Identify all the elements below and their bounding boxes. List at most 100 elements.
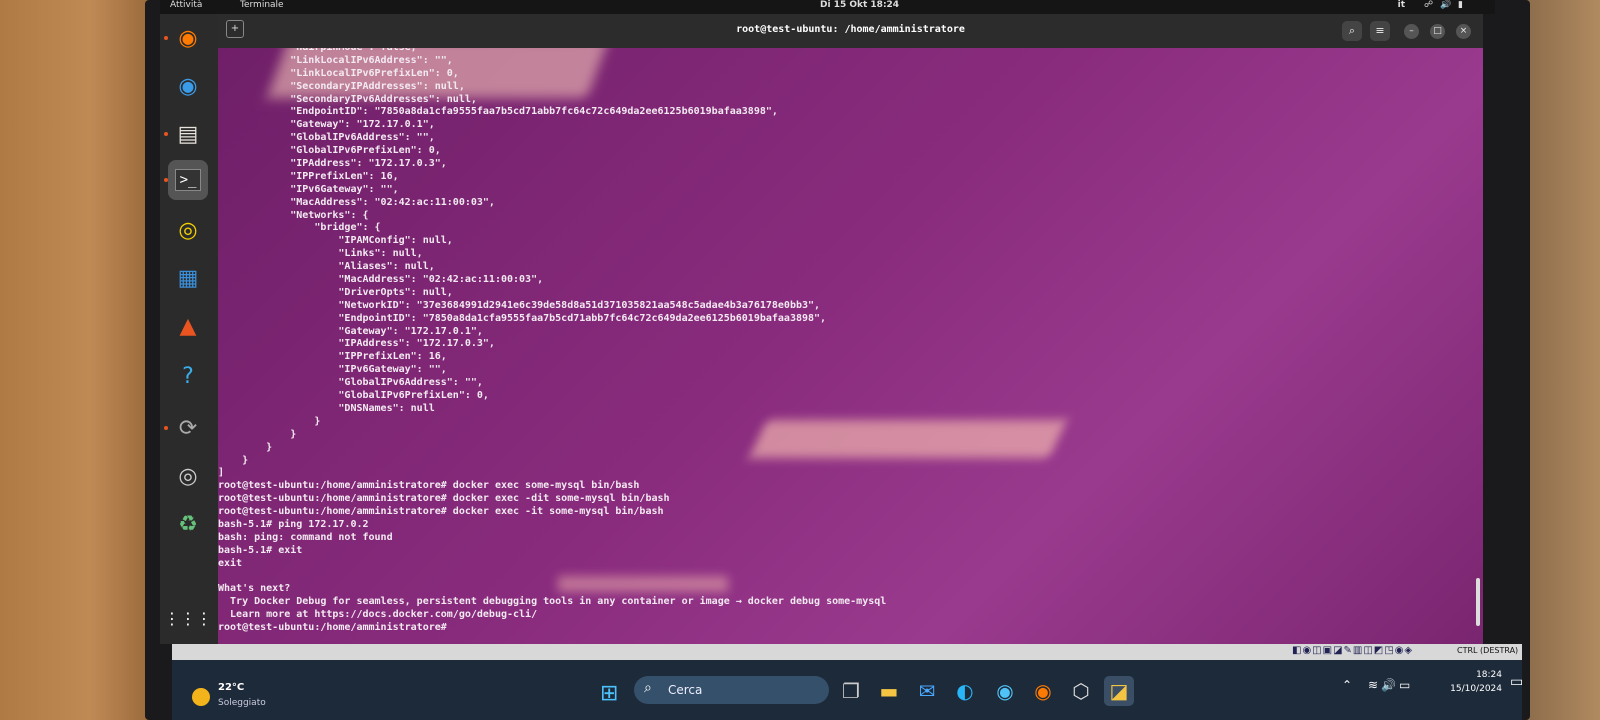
show-apps-icon[interactable]: ⋮⋮⋮ <box>164 598 212 638</box>
terminal-line: root@test-ubuntu:/home/amministratore# d… <box>218 506 664 518</box>
terminal-line: "SecondaryIPAddresses": null, <box>218 80 465 92</box>
terminal-line: "LinkLocalIPv6Address": "", <box>218 54 453 66</box>
thunderbird-icon[interactable]: ◉ <box>168 66 208 106</box>
terminal-line: "GlobalIPv6Address": "", <box>218 377 483 389</box>
terminal-output[interactable]: "HairpinMode": false, "LinkLocalIPv6Addr… <box>218 48 1483 644</box>
language-indicator[interactable]: it <box>1398 0 1405 10</box>
search-placeholder: Cerca <box>668 683 703 697</box>
dvd-icon[interactable]: ◎ <box>168 456 208 496</box>
terminal-line: What's next? <box>218 583 291 595</box>
terminal-line: } <box>218 454 249 466</box>
terminal-line: "MacAddress": "02:42:ac:11:00:03", <box>218 196 495 208</box>
network-volume-battery-icons[interactable]: ≋🔊▭ <box>1368 678 1413 692</box>
sun-icon[interactable] <box>192 688 210 706</box>
task-view-icon[interactable]: ❐ <box>836 676 866 706</box>
ubuntu-top-bar: Attività Terminale Di 15 Okt 18:24 it ☍ … <box>160 0 1495 14</box>
chrome-icon[interactable]: ◉ <box>990 676 1020 706</box>
terminal-line: } <box>218 441 273 453</box>
menu-icon[interactable]: ≡ <box>1370 21 1390 41</box>
terminal-line: "GlobalIPv6PrefixLen": 0, <box>218 145 441 157</box>
terminal-line: } <box>218 428 297 440</box>
terminal-line: "DriverOpts": null, <box>218 286 453 298</box>
windows-taskbar: 22°C Soleggiato ⊞ ⌕ Cerca ❐ ▬ ✉ ◐ ◉ ◉ ⬡ … <box>172 660 1523 720</box>
taskbar-search[interactable]: ⌕ Cerca <box>634 676 829 704</box>
terminal-line: Try Docker Debug for seamless, persisten… <box>218 596 887 608</box>
terminal-line: "IPAddress": "172.17.0.3", <box>218 158 447 170</box>
weather-temperature[interactable]: 22°C <box>218 682 244 693</box>
terminal-line: "HairpinMode": false, <box>218 48 886 55</box>
terminal-line: "bridge": { <box>218 222 381 234</box>
terminal-line: "IPv6Gateway": "", <box>218 183 399 195</box>
terminal-line: "Gateway": "172.17.0.1", <box>218 325 483 337</box>
network-icon: ☍ <box>1423 0 1436 10</box>
virtualbox-icon[interactable]: ⬡ <box>1066 676 1096 706</box>
terminal-lines: "HairpinMode": false, "LinkLocalIPv6Addr… <box>218 48 886 635</box>
app-center-icon[interactable]: ▲ <box>168 306 208 346</box>
terminal-line: "IPAMConfig": null, <box>218 235 453 247</box>
host-key-label: CTRL (DESTRA) <box>1457 646 1519 655</box>
search-icon: ⌕ <box>644 680 652 696</box>
terminal-line: root@test-ubuntu:/home/amministratore# <box>218 622 453 634</box>
terminal-line: root@test-ubuntu:/home/amministratore# d… <box>218 493 670 505</box>
search-icon[interactable]: ⌕ <box>1342 21 1362 41</box>
volume-icon: 🔊 <box>1439 0 1454 10</box>
system-tray[interactable]: ☍ 🔊 ▮ <box>1424 0 1465 10</box>
trash-icon[interactable]: ♻ <box>168 504 208 544</box>
activities-button[interactable]: Attività <box>170 0 202 10</box>
minimize-icon[interactable]: – <box>1404 24 1419 39</box>
terminal-title: root@test-ubuntu: /home/amministratore <box>736 24 965 35</box>
terminal-icon[interactable]: >_ <box>164 160 208 200</box>
terminal-line: "LinkLocalIPv6PrefixLen": 0, <box>218 67 459 79</box>
terminal-line: "GlobalIPv6PrefixLen": 0, <box>218 390 489 402</box>
chevron-up-icon[interactable]: ⌃ <box>1342 678 1352 692</box>
terminal-line: "DNSNames": null <box>218 402 435 414</box>
firefox-icon[interactable]: ◉ <box>164 18 208 58</box>
close-icon[interactable]: × <box>1456 24 1471 39</box>
terminal-line: ] <box>218 467 225 479</box>
vm-window-icon[interactable]: ◪ <box>1104 676 1134 706</box>
maximize-icon[interactable]: □ <box>1430 24 1445 39</box>
terminal-line: "GlobalIPv6Address": "", <box>218 132 435 144</box>
software-updater-icon[interactable]: ⟳ <box>164 408 208 448</box>
ubuntu-dock: ◉ ◉ ▤ >_ ◎ ▦ ▲ ? ⟳ ◎ ♻ ⋮⋮⋮ <box>160 14 218 644</box>
terminal-line: "Networks": { <box>218 209 369 221</box>
terminal-line: "IPv6Gateway": "", <box>218 364 447 376</box>
vm-device-icons[interactable]: ◧◉◫▣◪✎▥◫◩◳◉◈ <box>1292 645 1413 656</box>
file-explorer-icon[interactable]: ▬ <box>874 676 904 706</box>
windows-start-icon[interactable]: ⊞ <box>600 682 624 706</box>
notification-icon[interactable]: ▭ <box>1510 674 1523 690</box>
clock[interactable]: Di 15 Okt 18:24 <box>820 0 899 10</box>
terminal-line: bash-5.1# ping 172.17.0.2 <box>218 518 369 530</box>
terminal-line: "SecondaryIPv6Addresses": null, <box>218 93 477 105</box>
wall-background-right <box>1520 0 1600 720</box>
terminal-line: } <box>218 415 321 427</box>
terminal-line: bash-5.1# exit <box>218 544 303 556</box>
terminal-line: "EndpointID": "7850a8da1cfa9555faa7b5cd7… <box>218 106 778 118</box>
writer-icon[interactable]: ▦ <box>168 258 208 298</box>
battery-icon: ▮ <box>1458 0 1465 10</box>
terminal-line: "EndpointID": "7850a8da1cfa9555faa7b5cd7… <box>218 312 827 324</box>
taskbar-date[interactable]: 15/10/2024 <box>1434 684 1502 694</box>
terminal-line: "Gateway": "172.17.0.1", <box>218 119 435 131</box>
terminal-header-bar: + root@test-ubuntu: /home/amministratore… <box>218 14 1483 48</box>
terminal-scrollbar[interactable] <box>1476 578 1480 626</box>
firefox-taskbar-icon[interactable]: ◉ <box>1028 676 1058 706</box>
terminal-line: root@test-ubuntu:/home/amministratore# d… <box>218 480 640 492</box>
taskbar-time[interactable]: 18:24 <box>1462 670 1502 680</box>
terminal-line: Learn more at https://docs.docker.com/go… <box>218 609 538 621</box>
weather-condition[interactable]: Soleggiato <box>218 698 266 708</box>
files-icon[interactable]: ▤ <box>164 114 208 154</box>
terminal-line: "IPPrefixLen": 16, <box>218 170 399 182</box>
wall-background <box>0 0 150 720</box>
terminal-line: "IPPrefixLen": 16, <box>218 351 447 363</box>
terminal-line: bash: ping: command not found <box>218 531 393 543</box>
terminal-line: exit <box>218 557 243 569</box>
rhythmbox-icon[interactable]: ◎ <box>168 210 208 250</box>
vm-status-bar: ◧◉◫▣◪✎▥◫◩◳◉◈ CTRL (DESTRA) <box>172 644 1522 660</box>
terminal-line: "MacAddress": "02:42:ac:11:00:03", <box>218 274 544 286</box>
app-menu-terminal[interactable]: Terminale <box>240 0 284 10</box>
mail-icon[interactable]: ✉ <box>912 676 942 706</box>
edge-icon[interactable]: ◐ <box>950 676 980 706</box>
help-icon[interactable]: ? <box>168 356 208 396</box>
